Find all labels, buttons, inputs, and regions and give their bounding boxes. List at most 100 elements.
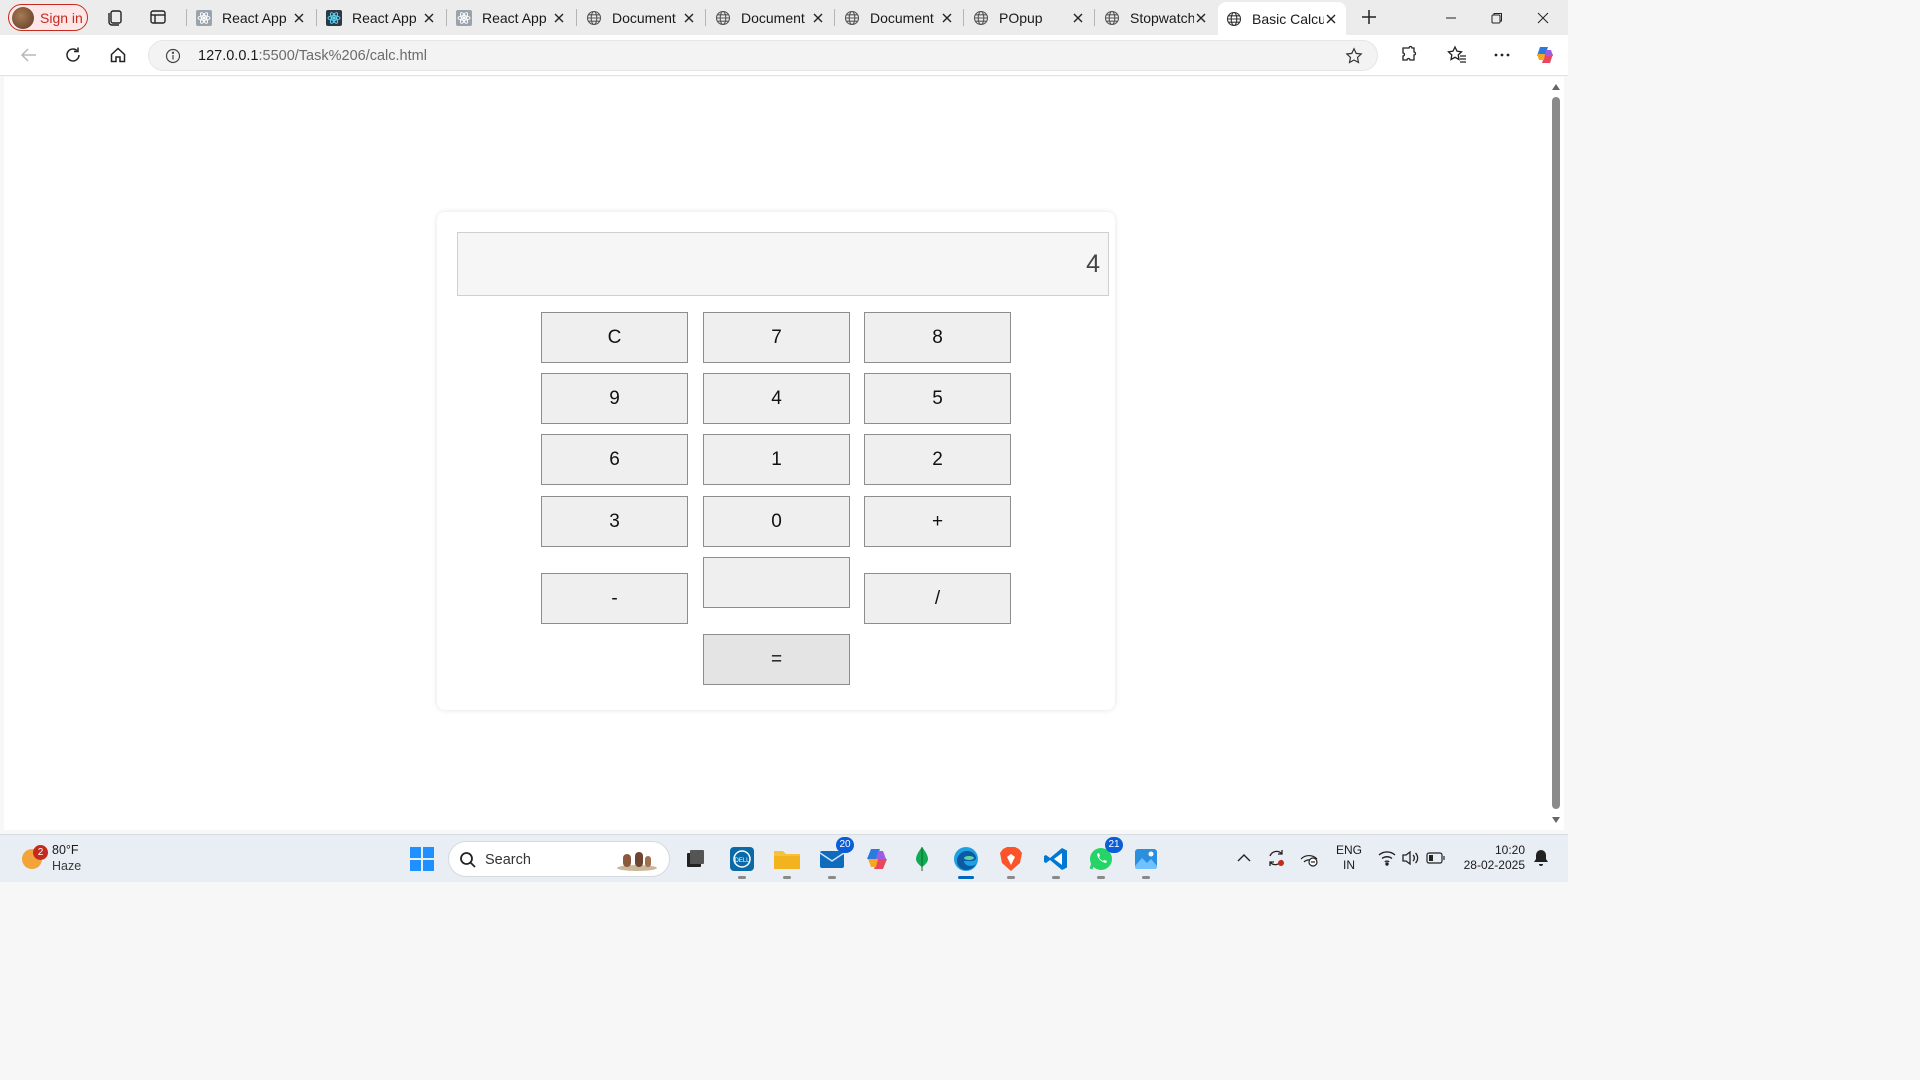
globe-icon (1104, 10, 1120, 26)
favorites-icon[interactable] (1446, 44, 1468, 66)
calculator-display: 4 (457, 232, 1109, 296)
address-bar[interactable]: 127.0.0.1:5500/Task%206/calc.html (148, 40, 1378, 71)
clock-date: 28-02-2025 (1463, 858, 1525, 872)
digit-1-button[interactable]: 1 (703, 434, 850, 485)
tab-react-app-1[interactable]: React App (188, 4, 314, 31)
browser-tab-strip: Sign in React App React App React App Do… (0, 0, 1568, 35)
mail-icon[interactable]: 20 (816, 837, 854, 879)
digit-4-button[interactable]: 4 (703, 373, 850, 424)
extensions-icon[interactable] (1397, 44, 1419, 66)
divide-button[interactable]: / (864, 573, 1011, 624)
close-icon[interactable] (422, 11, 436, 25)
calculator-card: 4 C 7 8 9 4 5 6 1 2 3 0 + - / = (437, 212, 1115, 710)
digit-3-button[interactable]: 3 (541, 496, 688, 547)
url-path: :5500/Task%206/calc.html (258, 48, 427, 64)
tab-document-1[interactable]: Document (578, 4, 704, 31)
scrollbar-thumb[interactable] (1552, 97, 1560, 809)
copilot-icon[interactable] (1534, 44, 1556, 66)
weather-temperature: 80°F (52, 843, 79, 857)
copilot-app-icon[interactable] (861, 843, 893, 875)
back-icon[interactable] (18, 44, 40, 66)
photos-app-icon[interactable] (1130, 843, 1162, 879)
close-icon[interactable] (940, 11, 954, 25)
taskbar-search[interactable]: Search (448, 841, 670, 877)
mail-badge: 20 (836, 837, 854, 853)
new-tab-icon[interactable] (1360, 8, 1378, 26)
page-scrollbar[interactable] (1548, 77, 1564, 830)
brave-browser-icon[interactable] (995, 843, 1027, 879)
signin-label: Sign in (40, 9, 83, 26)
digit-9-button[interactable]: 9 (541, 373, 688, 424)
minimize-icon[interactable] (1428, 0, 1474, 35)
blank-button[interactable] (703, 557, 850, 608)
digit-2-button[interactable]: 2 (864, 434, 1011, 485)
language-indicator[interactable]: ENG IN (1336, 843, 1362, 873)
tab-react-app-2[interactable]: React App (318, 4, 444, 31)
battery-icon[interactable] (1425, 847, 1447, 869)
task-view-icon[interactable] (679, 843, 711, 875)
vertical-tabs-icon[interactable] (149, 8, 167, 26)
restore-icon[interactable] (1474, 0, 1520, 35)
tab-document-3[interactable]: Document (836, 4, 962, 31)
weather-badge: 2 (33, 845, 48, 860)
system-clock[interactable]: 10:20 28-02-2025 (1460, 843, 1525, 873)
tab-document-2[interactable]: Document (707, 4, 833, 31)
search-icon (459, 851, 477, 869)
tab-title: Document (741, 9, 805, 26)
close-icon[interactable] (292, 11, 306, 25)
plus-button[interactable]: + (864, 496, 1011, 547)
globe-icon (844, 10, 860, 26)
sync-icon[interactable] (1265, 847, 1287, 869)
search-highlight-icon (615, 848, 659, 872)
network-status-icon[interactable] (1298, 847, 1320, 869)
digit-7-button[interactable]: 7 (703, 312, 850, 363)
tab-popup[interactable]: POpup (965, 4, 1093, 31)
close-icon[interactable] (811, 11, 825, 25)
show-hidden-icons-icon[interactable] (1233, 847, 1255, 869)
file-explorer-icon[interactable] (771, 843, 803, 879)
close-icon[interactable] (552, 11, 566, 25)
weather-widget[interactable]: 2 80°F Haze (20, 841, 130, 877)
vscode-icon[interactable] (1040, 843, 1072, 879)
equals-button[interactable]: = (703, 634, 850, 685)
volume-icon[interactable] (1400, 847, 1422, 869)
profile-avatar (12, 6, 34, 29)
minus-button[interactable]: - (541, 573, 688, 624)
wifi-icon[interactable] (1376, 847, 1398, 869)
dell-app-icon[interactable]: DELL (726, 843, 758, 879)
digit-8-button[interactable]: 8 (864, 312, 1011, 363)
mongodb-icon[interactable] (906, 843, 938, 875)
globe-icon (586, 10, 602, 26)
react-icon (326, 9, 342, 26)
whatsapp-icon[interactable]: 21 (1085, 837, 1123, 879)
refresh-icon[interactable] (62, 44, 84, 66)
close-window-icon[interactable] (1520, 0, 1566, 35)
close-icon[interactable] (682, 11, 696, 25)
tab-title: Document (870, 9, 934, 26)
favorite-star-icon[interactable] (1345, 47, 1363, 65)
home-icon[interactable] (107, 44, 129, 66)
tab-basic-calculator[interactable]: Basic Calcula (1218, 2, 1346, 35)
edge-browser-icon[interactable] (950, 843, 982, 879)
tab-stopwatch[interactable]: Stopwatch (1096, 4, 1216, 31)
workspaces-icon[interactable] (106, 8, 124, 26)
close-icon[interactable] (1324, 12, 1338, 26)
site-info-icon[interactable] (165, 48, 181, 64)
globe-icon (1226, 11, 1242, 27)
notification-bell-icon[interactable] (1530, 847, 1552, 869)
start-icon[interactable] (406, 843, 438, 875)
tab-title: React App (352, 9, 417, 26)
clear-button[interactable]: C (541, 312, 688, 363)
search-placeholder: Search (485, 852, 531, 868)
url-host: 127.0.0.1 (198, 48, 259, 64)
tab-react-app-3[interactable]: React App (448, 4, 574, 31)
digit-0-button[interactable]: 0 (703, 496, 850, 547)
more-options-icon[interactable] (1491, 44, 1513, 66)
clock-time: 10:20 (1494, 843, 1525, 857)
tab-title: Basic Calcula (1252, 10, 1324, 27)
digit-5-button[interactable]: 5 (864, 373, 1011, 424)
profile-signin-button[interactable]: Sign in (8, 4, 88, 31)
close-icon[interactable] (1071, 11, 1085, 25)
digit-6-button[interactable]: 6 (541, 434, 688, 485)
close-icon[interactable] (1194, 11, 1208, 25)
